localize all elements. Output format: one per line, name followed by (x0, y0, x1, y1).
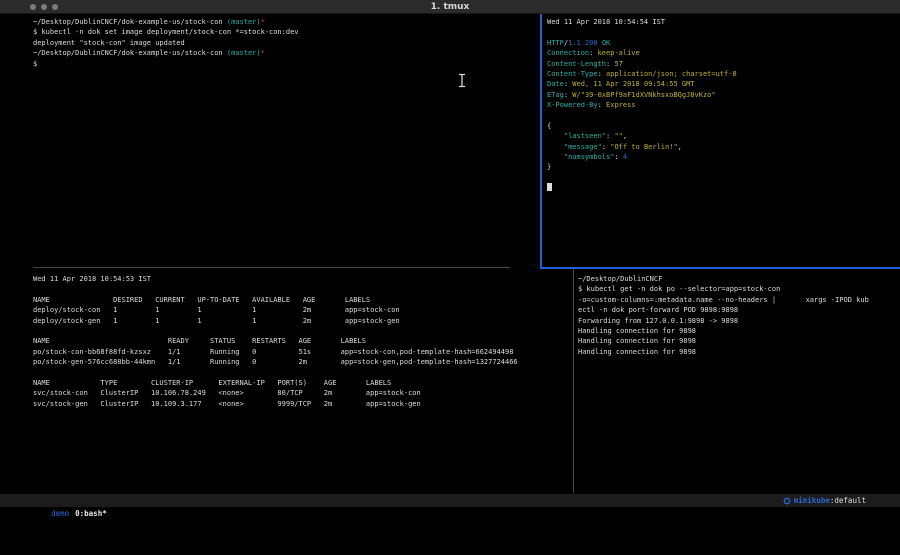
kubernetes-helm-icon (756, 497, 791, 505)
kube-namespace-label: :default (830, 494, 866, 507)
terminal-line: po/stock-con-bb68f88fd-kzsxz 1/1 Running… (33, 347, 571, 357)
terminal-line: Handling connection for 9898 (578, 336, 898, 346)
terminal-line (547, 173, 897, 183)
terminal-line: Content-Type: application/json; charset=… (547, 69, 897, 79)
window-title: 1. tmux (0, 2, 900, 12)
terminal-line: deployment "stock-con" image updated (33, 38, 538, 48)
terminal-line: NAME DESIRED CURRENT UP-TO-DATE AVAILABL… (33, 295, 571, 305)
terminal-line: Wed 11 Apr 2018 10:54:54 IST (547, 17, 897, 27)
terminal-line: ETag: W/"39-0xBPf9aF1dXVNkhsxoBQgJ8vKzo" (547, 90, 897, 100)
terminal-line: "numsymbols": 4 (547, 152, 897, 162)
mouse-ibeam-cursor (458, 73, 466, 88)
terminal-line: NAME TYPE CLUSTER-IP EXTERNAL-IP PORT(S)… (33, 378, 571, 388)
terminal-line: svc/stock-gen ClusterIP 10.109.3.177 <no… (33, 399, 571, 409)
terminal-line: deploy/stock-con 1 1 1 1 2m app=stock-co… (33, 305, 571, 315)
terminal-line: Handling connection for 9898 (578, 347, 898, 357)
pane-divider-vertical-active[interactable] (540, 14, 542, 267)
pane-divider-horizontal-active[interactable] (540, 267, 900, 269)
terminal-line: ~/Desktop/DublinCNCF/dok-example-us/stoc… (33, 48, 538, 58)
terminal-line (33, 284, 571, 294)
terminal-line: $ kubectl get -n dok po --selector=app=s… (578, 284, 898, 294)
terminal-line: "lastseen": "", (547, 131, 897, 141)
terminal-line: po/stock-gen-576cc688bb-44kmn 1/1 Runnin… (33, 357, 571, 367)
terminal-line (547, 183, 897, 193)
window-titlebar: 1. tmux (0, 0, 900, 14)
tmux-window-item[interactable]: 0:bash* (75, 509, 107, 518)
pane-divider-horizontal-left[interactable] (33, 267, 510, 268)
terminal-line (547, 111, 897, 121)
pane-bottom-right-port-forward[interactable]: ~/Desktop/DublinCNCF$ kubectl get -n dok… (578, 274, 898, 357)
terminal-line: ~/Desktop/DublinCNCF/dok-example-us/stoc… (33, 17, 538, 27)
pane-divider-vertical-bottom[interactable] (573, 269, 574, 493)
tmux-status-bar: demo0:bash* minikube:default (0, 494, 900, 507)
kube-context-label: minikube (794, 494, 830, 507)
terminal-line: NAME READY STATUS RESTARTS AGE LABELS (33, 336, 571, 346)
terminal-line: X-Powered-By: Express (547, 100, 897, 110)
terminal-line: HTTP/1.1 200 OK (547, 38, 897, 48)
terminal-line (547, 27, 897, 37)
terminal-line: ectl -n dok port-forward POD 9898:9898 (578, 305, 898, 315)
terminal-line: -o=custom-columns=:metadata.name --no-he… (578, 295, 898, 305)
terminal-line: $ kubectl -n dok set image deployment/st… (33, 27, 538, 37)
terminal-line (33, 368, 571, 378)
terminal-line: svc/stock-con ClusterIP 10.106.78.249 <n… (33, 388, 571, 398)
terminal-line: Connection: keep-alive (547, 48, 897, 58)
pane-bottom-left-kubectl-resources[interactable]: Wed 11 Apr 2018 10:54:53 IST NAME DESIRED… (33, 274, 571, 409)
terminal-line: "message": "Off to Berlin!", (547, 142, 897, 152)
terminal-line: deploy/stock-gen 1 1 1 1 2m app=stock-ge… (33, 316, 571, 326)
terminal-line: { (547, 121, 897, 131)
terminal-line: ~/Desktop/DublinCNCF (578, 274, 898, 284)
terminal-line: } (547, 162, 897, 172)
terminal-line: Wed 11 Apr 2018 10:54:53 IST (33, 274, 571, 284)
terminal-line: Date: Wed, 11 Apr 2018 09:54:55 GMT (547, 79, 897, 89)
terminal-line: Forwarding from 127.0.0.1:9898 -> 9898 (578, 316, 898, 326)
terminal-block-cursor (547, 183, 552, 191)
pane-top-right-http-response[interactable]: Wed 11 Apr 2018 10:54:54 IST HTTP/1.1 200… (547, 17, 897, 194)
terminal-line: Handling connection for 9898 (578, 326, 898, 336)
terminal-line: Content-Length: 57 (547, 59, 897, 69)
terminal-line: $ (33, 59, 538, 69)
tmux-session-name[interactable]: demo (51, 509, 69, 518)
terminal-line (33, 326, 571, 336)
pane-top-left-shell[interactable]: ~/Desktop/DublinCNCF/dok-example-us/stoc… (33, 17, 538, 69)
